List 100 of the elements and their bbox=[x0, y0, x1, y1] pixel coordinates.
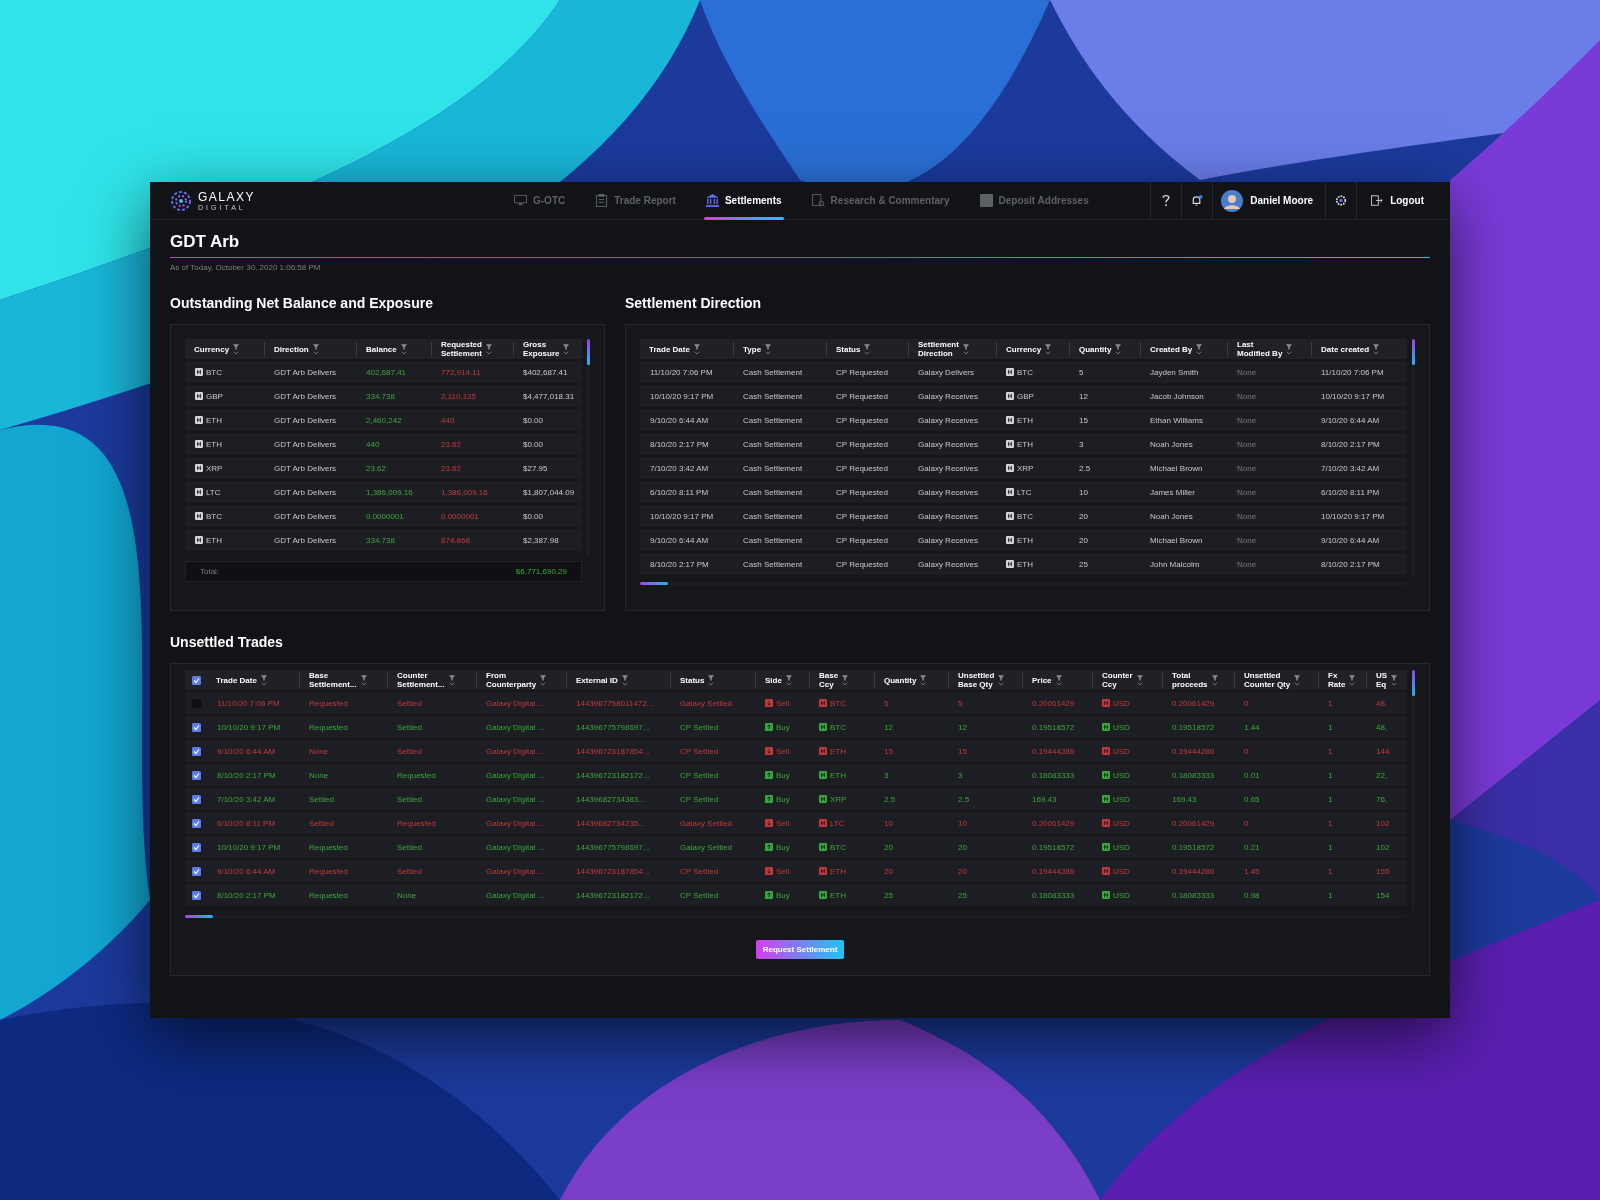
table-row[interactable]: 6/10/20 8:11 PM Cash Settlement CP Requested Galaxy Receives LTC 10 James Miller None 6/10/20 8:11 PM bbox=[640, 481, 1407, 503]
column-header[interactable]: Status bbox=[836, 344, 861, 354]
table-row[interactable]: 8/10/20 2:17 PM Cash Settlement CP Requested Galaxy Receives ETH 3 Noah Jones None 8/10/20 2:17 PM bbox=[640, 433, 1407, 455]
checkbox[interactable] bbox=[192, 746, 201, 756]
filter-sort-icon[interactable] bbox=[1196, 343, 1203, 355]
table-row[interactable]: ETH GDT Arb Delivers 440 23.62 $0.00 bbox=[185, 433, 582, 455]
column-header[interactable]: Quantity bbox=[884, 675, 917, 685]
filter-sort-icon[interactable] bbox=[360, 674, 367, 686]
filter-sort-icon[interactable] bbox=[1349, 674, 1356, 686]
filter-sort-icon[interactable] bbox=[864, 343, 871, 355]
table-row[interactable]: 10/10/20 9:17 PM Requested Settled Galaxy Digital ... 144396775798697... CP Settled Buy BTC 12 12 0.19518572 USD 0.19518572 1.44 1 48, bbox=[185, 716, 1407, 738]
filter-sort-icon[interactable] bbox=[621, 674, 628, 686]
table-row[interactable]: ETH GDT Arb Delivers 2,460,242 440 $0.00 bbox=[185, 409, 582, 431]
filter-sort-icon[interactable] bbox=[708, 674, 715, 686]
column-header[interactable]: Quantity bbox=[1079, 344, 1112, 354]
column-header[interactable]: Unsettled Counter Qty bbox=[1244, 671, 1291, 689]
column-header[interactable]: Unsettled Base Qty bbox=[958, 671, 995, 689]
column-header[interactable]: Date created bbox=[1321, 344, 1370, 354]
checkbox[interactable] bbox=[192, 722, 201, 732]
user-name[interactable]: Daniel Moore bbox=[1250, 195, 1314, 206]
checkbox[interactable] bbox=[192, 842, 201, 852]
column-header[interactable]: Settlement Direction bbox=[918, 340, 959, 358]
column-header[interactable]: Trade Date bbox=[216, 675, 257, 685]
table-row[interactable]: 7/10/20 3:42 AM Settled Settled Galaxy Digital ... 14439682734383... CP Settled Buy XRP 2.5 2.5 169.43 USD 169.43 0.65 1 76, bbox=[185, 788, 1407, 810]
column-header[interactable]: Type bbox=[743, 344, 762, 354]
checkbox[interactable] bbox=[192, 770, 201, 780]
column-header[interactable]: Created By bbox=[1150, 344, 1193, 354]
filter-sort-icon[interactable] bbox=[563, 343, 570, 355]
column-header[interactable]: Total proceeds bbox=[1172, 671, 1208, 689]
filter-sort-icon[interactable] bbox=[1115, 343, 1122, 355]
table-cell: 0.19518572 bbox=[1172, 722, 1215, 732]
table-row[interactable]: 9/10/20 6:44 AM Cash Settlement CP Requested Galaxy Receives ETH 15 Ethan Williams None 9/10/20 6:44 AM bbox=[640, 409, 1407, 431]
logout-button[interactable]: Logout bbox=[1356, 182, 1450, 219]
column-header[interactable]: Last Modified By bbox=[1237, 340, 1283, 358]
filter-sort-icon[interactable] bbox=[765, 343, 772, 355]
column-header[interactable]: From Counterparty bbox=[486, 671, 537, 689]
column-header[interactable]: Direction bbox=[274, 344, 309, 354]
filter-sort-icon[interactable] bbox=[998, 674, 1005, 686]
filter-sort-icon[interactable] bbox=[1055, 674, 1062, 686]
bell-icon[interactable] bbox=[1191, 194, 1204, 207]
filter-sort-icon[interactable] bbox=[485, 343, 492, 355]
column-header[interactable]: Trade Date bbox=[649, 344, 690, 354]
column-header[interactable]: Counter Ccy bbox=[1102, 671, 1133, 689]
filter-sort-icon[interactable] bbox=[1294, 674, 1301, 686]
table-row[interactable]: BTC GDT Arb Delivers 402,687.41 772,914.11 $402,687.41 bbox=[185, 361, 582, 383]
checkbox[interactable] bbox=[192, 818, 201, 828]
filter-sort-icon[interactable] bbox=[312, 343, 319, 355]
filter-sort-icon[interactable] bbox=[785, 674, 792, 686]
column-header[interactable]: Base Settlement... bbox=[309, 671, 357, 689]
column-header[interactable]: Counter Settlement... bbox=[397, 671, 445, 689]
table-row[interactable]: 8/10/20 2:17 PM None Requested Galaxy Digital ... 144396723182172... CP Settled Buy ETH 3 3 0.18083333 USD 0.18083333 0.01 1 22, bbox=[185, 764, 1407, 786]
filter-sort-icon[interactable] bbox=[400, 343, 407, 355]
table-row[interactable]: 10/10/20 9:17 PM Cash Settlement CP Requested Galaxy Receives GBP 12 Jacob Johnson None 10/10/20 9:17 PM bbox=[640, 385, 1407, 407]
column-header[interactable]: US Eq bbox=[1376, 671, 1388, 689]
table-row[interactable]: 7/10/20 3:42 AM Cash Settlement CP Requested Galaxy Receives XRP 2.5 Michael Brown None 7/10/20 3:42 AM bbox=[640, 457, 1407, 479]
table-row[interactable]: 8/10/20 2:17 PM Requested None Galaxy Digital ... 144396723182172... CP Settled Buy ETH 25 25 0.18083333 USD 0.18083333 0.98 1 154 bbox=[185, 884, 1407, 906]
table-row[interactable]: 10/10/20 9:17 PM Cash Settlement CP Requested Galaxy Receives BTC 20 Noah Jones None 10/10/20 9:17 PM bbox=[640, 505, 1407, 527]
table-row[interactable]: XRP GDT Arb Delivers 23.62 23.62 $27.95 bbox=[185, 457, 582, 479]
column-header[interactable]: Side bbox=[765, 675, 782, 685]
filter-sort-icon[interactable] bbox=[920, 674, 927, 686]
table-row[interactable]: 11/10/20 7:06 PM Cash Settlement CP Requested Galaxy Delivers BTC 5 Jayden Smith None 11/10/20 7:06 PM bbox=[640, 361, 1407, 383]
table-row[interactable]: 9/10/20 6:44 AM Cash Settlement CP Requested Galaxy Receives ETH 20 Michael Brown None 9/10/20 6:44 AM bbox=[640, 529, 1407, 551]
column-header[interactable]: External ID bbox=[576, 675, 618, 685]
column-header[interactable]: Base Ccy bbox=[819, 671, 839, 689]
avatar[interactable] bbox=[1221, 189, 1244, 212]
filter-sort-icon[interactable] bbox=[233, 343, 240, 355]
column-header[interactable]: Price bbox=[1032, 675, 1052, 685]
filter-sort-icon[interactable] bbox=[693, 343, 700, 355]
filter-sort-icon[interactable] bbox=[1045, 343, 1052, 355]
column-header[interactable]: Gross Exposure bbox=[523, 340, 560, 358]
table-cell: 772,914.11 bbox=[441, 367, 481, 377]
column-header[interactable]: Currency bbox=[194, 344, 230, 354]
filter-sort-icon[interactable] bbox=[540, 674, 547, 686]
filter-sort-icon[interactable] bbox=[842, 674, 849, 686]
column-header[interactable]: Balance bbox=[366, 344, 397, 354]
checkbox[interactable] bbox=[192, 866, 201, 876]
column-header[interactable]: Status bbox=[680, 675, 705, 685]
filter-sort-icon[interactable] bbox=[1136, 674, 1143, 686]
column-header[interactable]: Fx Rate bbox=[1328, 671, 1346, 689]
column-header[interactable]: Requested Settlement bbox=[441, 340, 482, 358]
table-row[interactable]: LTC GDT Arb Delivers 1,386,009.16 1,386,009.16 $1,807,044.09 bbox=[185, 481, 582, 503]
filter-sort-icon[interactable] bbox=[1391, 674, 1398, 686]
table-row[interactable]: 10/10/20 9:17 PM Requested Settled Galaxy Digital ... 144396775798697... Galaxy Settled Buy BTC 20 20 0.19518572 USD 0.19518572 0.21 1 102 bbox=[185, 836, 1407, 858]
request-settlement-button[interactable]: Request Settlement bbox=[755, 940, 845, 959]
filter-sort-icon[interactable] bbox=[448, 674, 455, 686]
filter-sort-icon[interactable] bbox=[1211, 674, 1218, 686]
filter-sort-icon[interactable] bbox=[260, 674, 267, 686]
nav-tab[interactable]: Settlements bbox=[703, 182, 784, 219]
settings-icon[interactable] bbox=[1335, 194, 1348, 207]
checkbox[interactable] bbox=[192, 890, 201, 900]
checkbox[interactable] bbox=[192, 675, 201, 685]
table-row[interactable]: BTC GDT Arb Delivers 0.0000001 0.0000001 $0.00 bbox=[185, 505, 582, 527]
filter-sort-icon[interactable] bbox=[1286, 343, 1293, 355]
column-header[interactable]: Currency bbox=[1006, 344, 1042, 354]
checkbox[interactable] bbox=[192, 794, 201, 804]
table-row[interactable]: GBP GDT Arb Delivers 334.738 2,110,135 $4,477,018.31 bbox=[185, 385, 582, 407]
filter-sort-icon[interactable] bbox=[1373, 343, 1380, 355]
filter-sort-icon[interactable] bbox=[962, 343, 969, 355]
table-row[interactable]: 8/10/20 2:17 PM Cash Settlement CP Requested Galaxy Receives ETH 25 John Malcolm None 8/10/20 2:17 PM bbox=[640, 553, 1407, 575]
table-row[interactable]: ETH GDT Arb Delivers 334.738 874.868 $2,387.98 bbox=[185, 529, 582, 551]
